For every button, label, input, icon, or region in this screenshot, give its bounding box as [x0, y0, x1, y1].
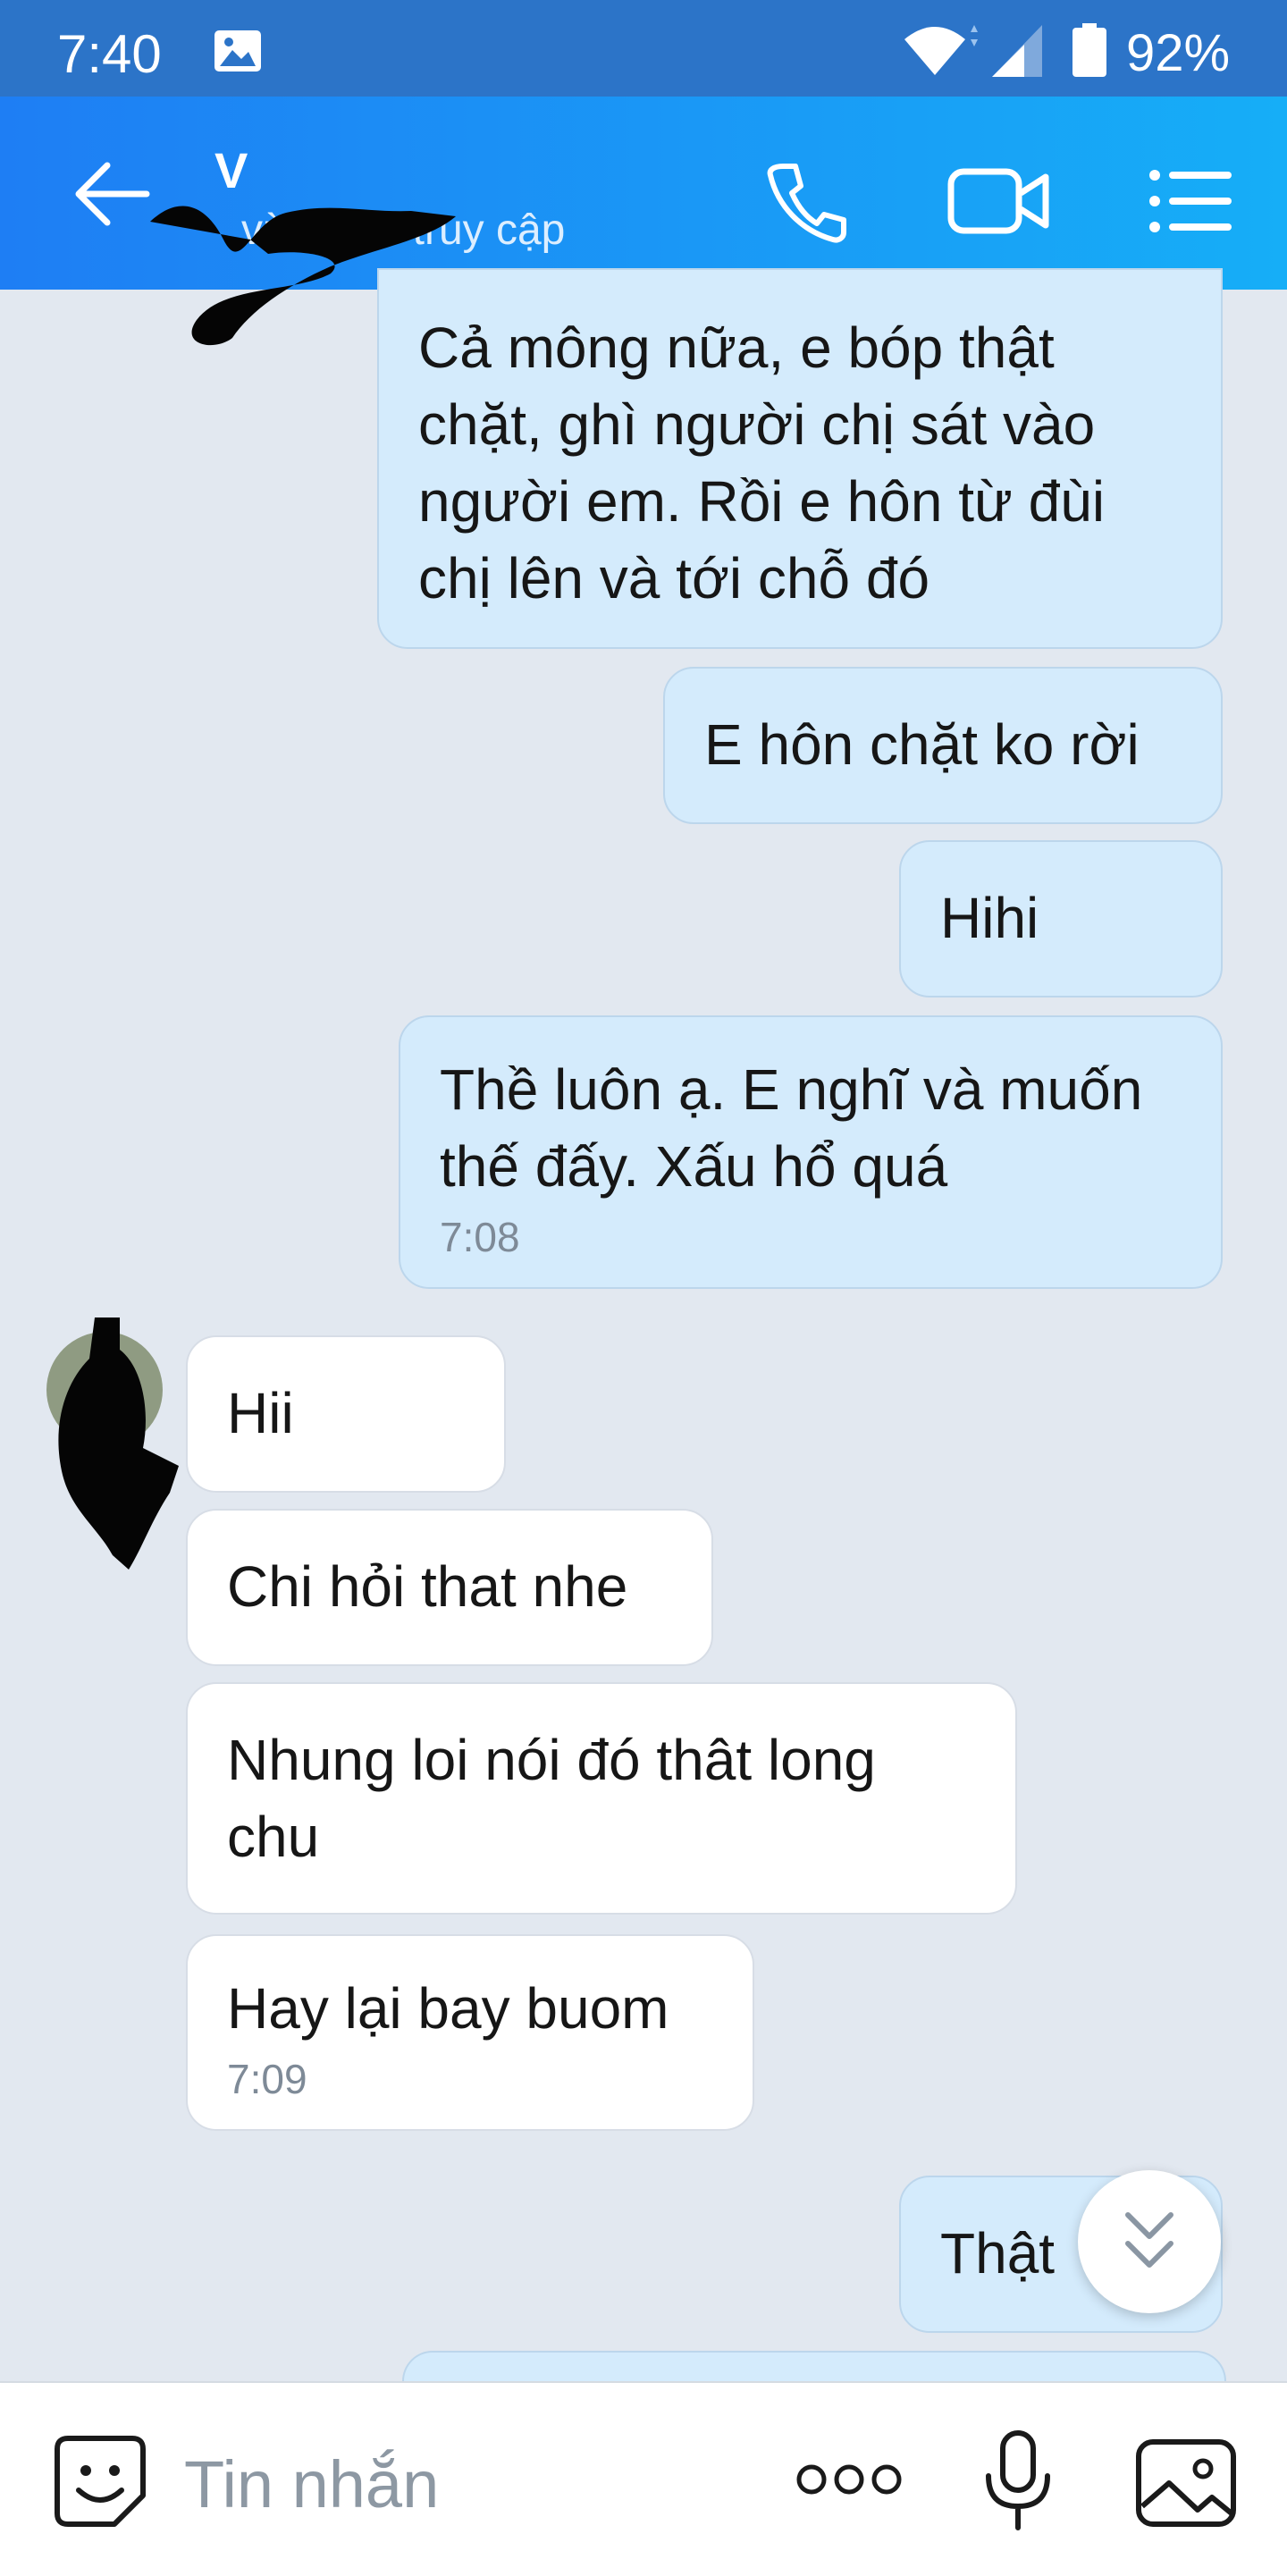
image-icon — [214, 30, 261, 72]
battery-percent: 92% — [1126, 24, 1231, 82]
gallery-icon[interactable] — [1135, 2438, 1237, 2528]
sticker-icon[interactable] — [52, 2433, 148, 2530]
message-text: Thề luôn ạ. E nghĩ và muốn thế đấy. Xấu … — [440, 1057, 1143, 1199]
message-time: 7:09 — [227, 2056, 307, 2102]
message-text: Hii — [227, 1381, 294, 1445]
message-text: E hôn chặt ko rời — [704, 712, 1140, 777]
message-bubble-incoming[interactable]: Chi hỏi that nhe — [186, 1509, 713, 1666]
status-bar: 7:40 92% — [0, 0, 1287, 97]
message-text: Nhung loi nói đó thât long chu — [227, 1728, 876, 1869]
message-text: Chi hỏi that nhe — [227, 1554, 628, 1619]
message-text: Cả mông nữa, e bóp thật chặt, ghì người … — [418, 316, 1106, 610]
message-bubble-outgoing[interactable]: E hôn chặt ko rời — [663, 667, 1223, 824]
battery-icon — [1072, 23, 1106, 77]
message-time: 7:08 — [440, 1214, 520, 1260]
status-time: 7:40 — [57, 24, 162, 84]
message-bubble-incoming[interactable]: Hay lại bay buom 7:09 — [186, 1934, 754, 2131]
redaction-scribble — [58, 1317, 180, 1570]
microphone-icon[interactable] — [983, 2429, 1053, 2531]
scroll-to-bottom-button[interactable] — [1078, 2170, 1221, 2313]
back-arrow-icon[interactable] — [72, 161, 150, 227]
chat-header: V vừa mới truy cập — [0, 97, 1287, 346]
more-options-icon[interactable] — [794, 2460, 904, 2499]
message-text: Thật — [940, 2221, 1056, 2286]
signal-icon — [992, 25, 1042, 77]
message-bubble-incoming[interactable]: Hii — [186, 1335, 506, 1493]
message-composer — [0, 2381, 1287, 2576]
double-chevron-down-icon — [1125, 2212, 1173, 2268]
list-menu-icon[interactable] — [1148, 159, 1233, 243]
phone-icon[interactable] — [765, 159, 849, 243]
message-text: Hihi — [940, 886, 1039, 950]
message-bubble-outgoing[interactable]: Hihi — [899, 840, 1223, 998]
message-bubble-incoming[interactable]: Nhung loi nói đó thât long chu — [186, 1682, 1017, 1915]
wifi-icon — [904, 25, 978, 75]
message-input[interactable] — [184, 2444, 720, 2524]
message-bubble-outgoing[interactable]: Thề luôn ạ. E nghĩ và muốn thế đấy. Xấu … — [399, 1015, 1223, 1289]
message-text: Hay lại bay buom — [227, 1976, 669, 2041]
video-call-icon[interactable] — [947, 159, 1051, 243]
message-bubble-outgoing[interactable]: Cả mông nữa, e bóp thật chặt, ghì người … — [377, 268, 1223, 649]
